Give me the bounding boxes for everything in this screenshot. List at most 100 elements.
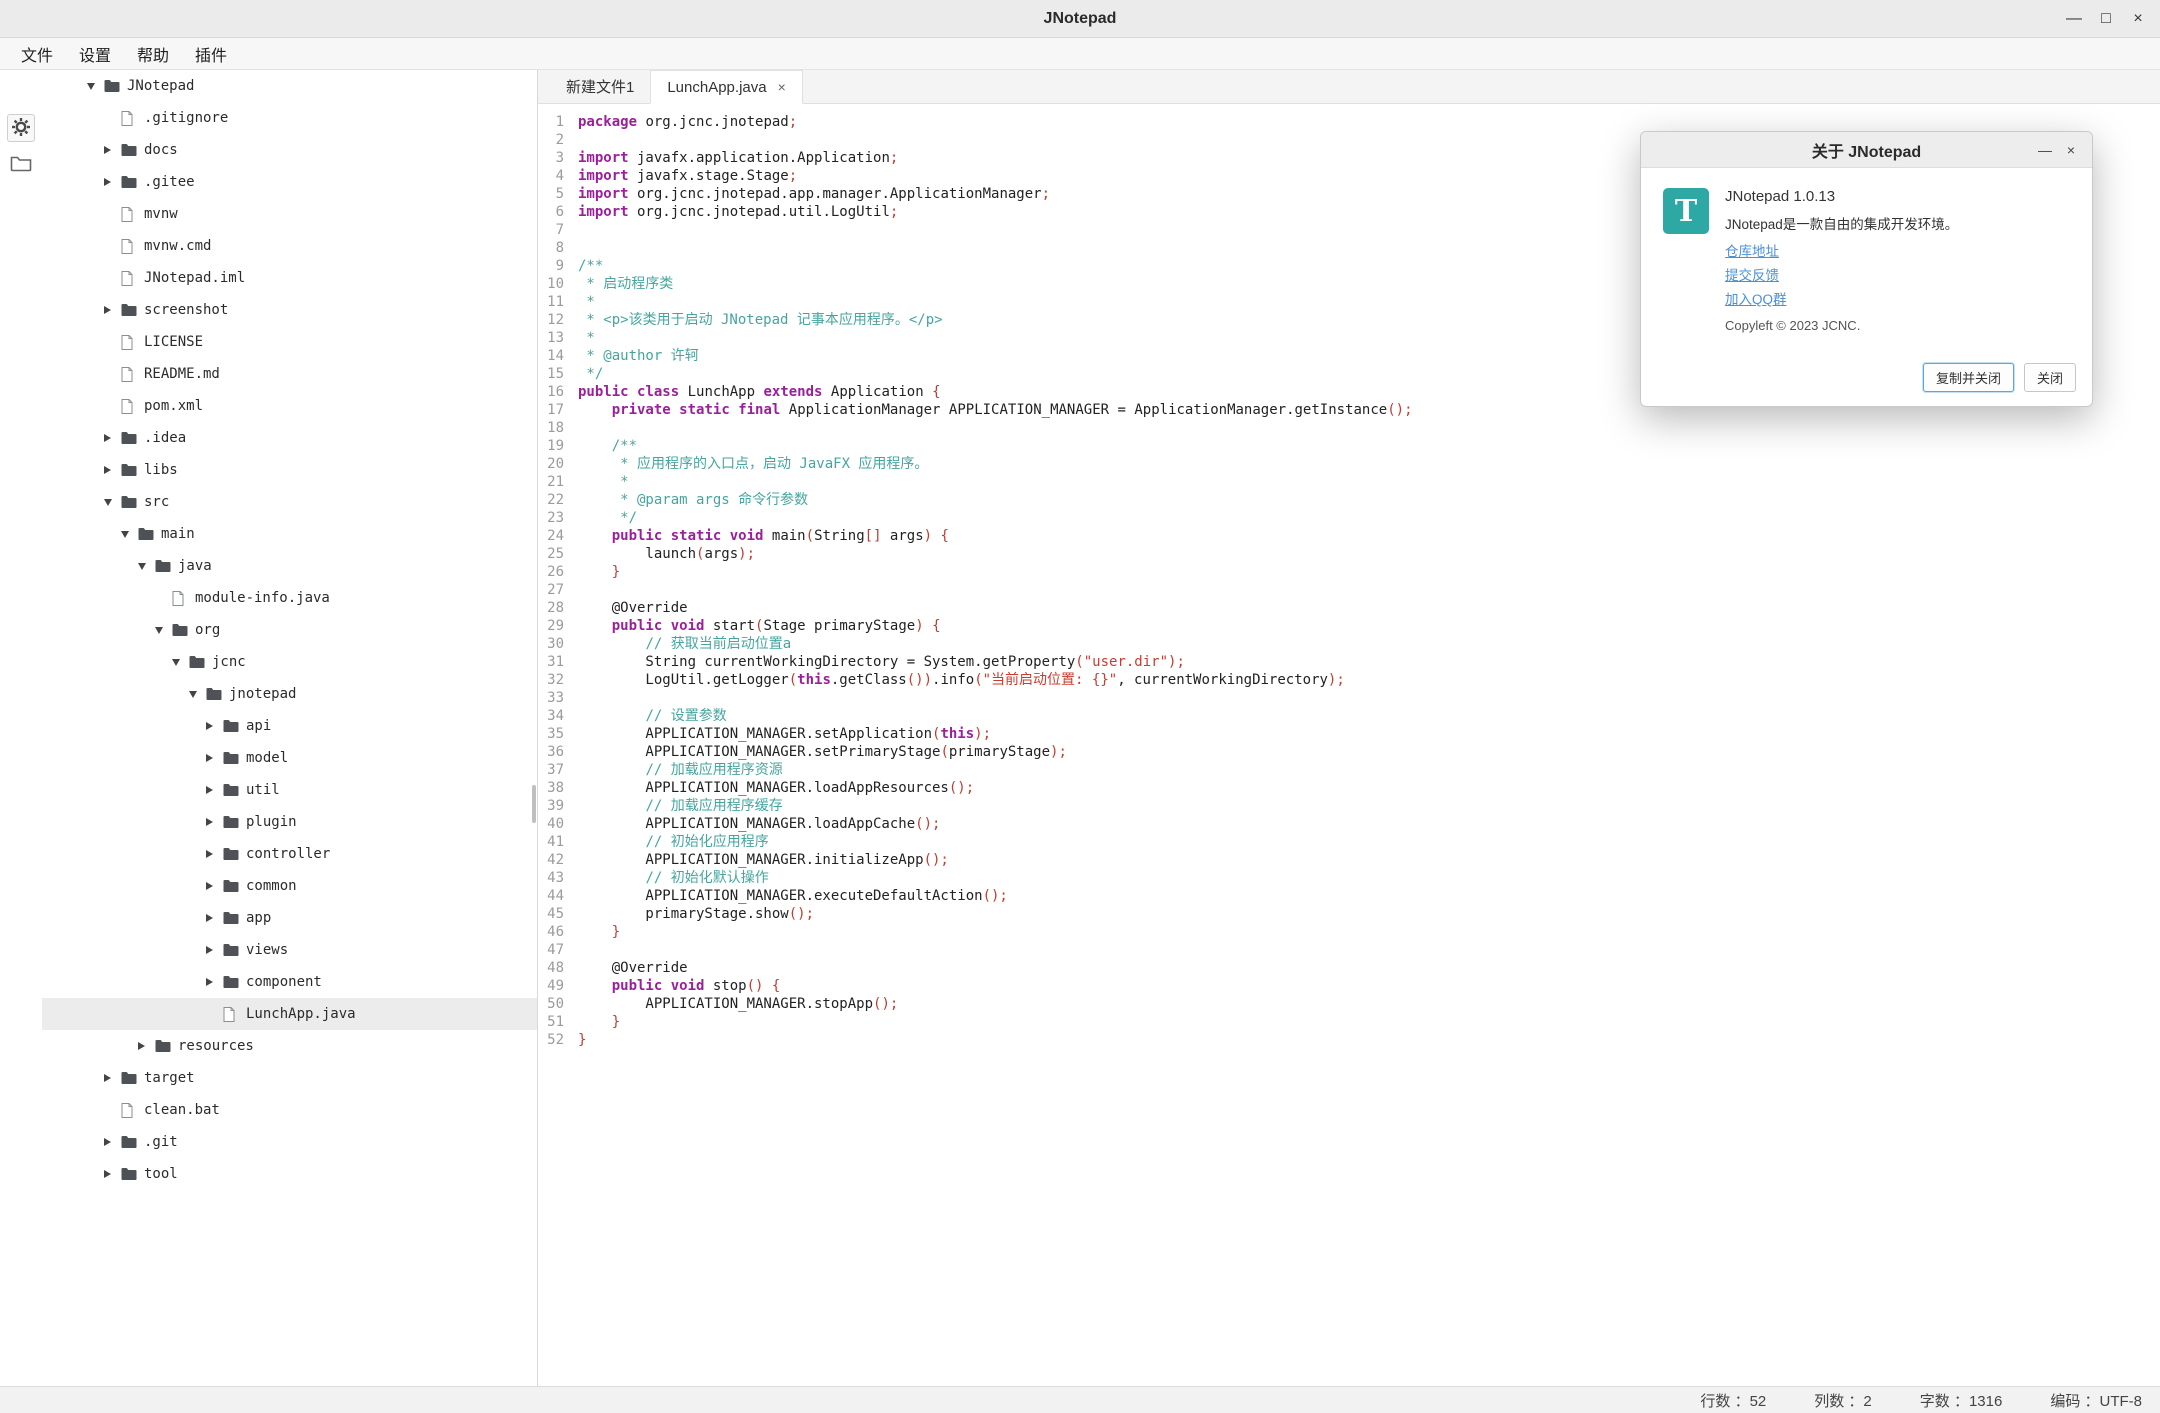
expand-arrow-icon[interactable] [104, 1062, 121, 1094]
collapse-arrow-icon[interactable] [172, 646, 189, 678]
menu-item-设置[interactable]: 设置 [66, 38, 124, 70]
dialog-link-提交反馈[interactable]: 提交反馈 [1725, 264, 1779, 288]
tree-item-label: java [177, 558, 212, 574]
tab-LunchApp.java[interactable]: LunchApp.java× [650, 70, 802, 104]
expand-arrow-icon[interactable] [104, 1158, 121, 1190]
dialog-button-复制并关闭[interactable]: 复制并关闭 [1923, 363, 2014, 392]
tree-item-tool[interactable]: tool [42, 1158, 537, 1190]
menu-item-插件[interactable]: 插件 [182, 38, 240, 70]
folder-icon [104, 79, 126, 93]
code-line: 25 launch(args); [538, 545, 2160, 563]
expand-arrow-icon[interactable] [206, 774, 223, 806]
expand-arrow-icon[interactable] [206, 902, 223, 934]
code-text: // 获取当前启动位置a [564, 635, 791, 653]
code-text: LogUtil.getLogger(this.getClass()).info(… [564, 671, 1345, 689]
expand-arrow-icon[interactable] [104, 422, 121, 454]
tree-item-resources[interactable]: resources [42, 1030, 537, 1062]
status-columns: 列数 ：2 [1814, 1390, 1872, 1411]
code-line: 28 @Override [538, 599, 2160, 617]
expand-arrow-icon[interactable] [206, 742, 223, 774]
expand-arrow-icon[interactable] [206, 966, 223, 998]
menu-item-文件[interactable]: 文件 [8, 38, 66, 70]
tree-item-README.md[interactable]: README.md [42, 358, 537, 390]
tree-item-plugin[interactable]: plugin [42, 806, 537, 838]
tree-item-src[interactable]: src [42, 486, 537, 518]
tree-item-api[interactable]: api [42, 710, 537, 742]
expand-arrow-icon[interactable] [206, 838, 223, 870]
expand-arrow-icon[interactable] [104, 1126, 121, 1158]
tree-item-.gitignore[interactable]: .gitignore [42, 102, 537, 134]
tree-item-JNotepad[interactable]: JNotepad [42, 70, 537, 102]
tree-item-.git[interactable]: .git [42, 1126, 537, 1158]
expand-arrow-icon[interactable] [206, 934, 223, 966]
tree-item-app[interactable]: app [42, 902, 537, 934]
tree-item-.idea[interactable]: .idea [42, 422, 537, 454]
collapse-arrow-icon[interactable] [121, 518, 138, 550]
tab-close-icon[interactable]: × [778, 79, 786, 95]
tree-item-org[interactable]: org [42, 614, 537, 646]
dialog-link-仓库地址[interactable]: 仓库地址 [1725, 240, 1779, 264]
line-number: 28 [538, 599, 564, 617]
tree-item-java[interactable]: java [42, 550, 537, 582]
code-text: } [564, 1031, 586, 1049]
tree-item-libs[interactable]: libs [42, 454, 537, 486]
collapse-arrow-icon[interactable] [189, 678, 206, 710]
tree-item-mvnw.cmd[interactable]: mvnw.cmd [42, 230, 537, 262]
tree-item-JNotepad.iml[interactable]: JNotepad.iml [42, 262, 537, 294]
folder-icon [172, 623, 194, 637]
expand-arrow-icon[interactable] [206, 806, 223, 838]
settings-button[interactable] [7, 114, 35, 142]
tree-item-LICENSE[interactable]: LICENSE [42, 326, 537, 358]
dialog-close-button[interactable]: × [2058, 132, 2084, 168]
tree-item-screenshot[interactable]: screenshot [42, 294, 537, 326]
collapse-arrow-icon[interactable] [138, 550, 155, 582]
minimize-button[interactable]: — [2058, 0, 2090, 38]
expand-arrow-icon[interactable] [104, 454, 121, 486]
files-panel-button[interactable] [7, 150, 35, 178]
collapse-arrow-icon[interactable] [155, 614, 172, 646]
maximize-button[interactable]: □ [2090, 0, 2122, 38]
code-text: public void stop() { [564, 977, 780, 995]
tree-item-pom.xml[interactable]: pom.xml [42, 390, 537, 422]
status-encoding: 编码 ：UTF-8 [2050, 1390, 2142, 1411]
dialog-link-加入QQ群[interactable]: 加入QQ群 [1725, 288, 1787, 312]
dialog-minimize-button[interactable]: — [2032, 132, 2058, 168]
tree-item-jcnc[interactable]: jcnc [42, 646, 537, 678]
tree-item-controller[interactable]: controller [42, 838, 537, 870]
tree-item-docs[interactable]: docs [42, 134, 537, 166]
line-number: 40 [538, 815, 564, 833]
dialog-button-关闭[interactable]: 关闭 [2024, 363, 2076, 392]
tree-item-main[interactable]: main [42, 518, 537, 550]
tree-item-component[interactable]: component [42, 966, 537, 998]
expand-arrow-icon[interactable] [206, 870, 223, 902]
code-text: public void start(Stage primaryStage) { [564, 617, 941, 635]
tab-新建文件1[interactable]: 新建文件1 [550, 70, 650, 103]
expand-arrow-icon[interactable] [104, 134, 121, 166]
tree-item-clean.bat[interactable]: clean.bat [42, 1094, 537, 1126]
expand-arrow-icon[interactable] [104, 166, 121, 198]
expand-arrow-icon[interactable] [206, 710, 223, 742]
tree-item-common[interactable]: common [42, 870, 537, 902]
tree-item-.gitee[interactable]: .gitee [42, 166, 537, 198]
tree-item-model[interactable]: model [42, 742, 537, 774]
folder-icon [223, 879, 245, 893]
tree-item-LunchApp.java[interactable]: LunchApp.java [42, 998, 537, 1030]
close-button[interactable]: × [2122, 0, 2154, 38]
folder-icon [138, 527, 160, 541]
menu-bar: 文件设置帮助插件 [0, 38, 2160, 70]
tree-item-module-info.java[interactable]: module-info.java [42, 582, 537, 614]
tree-item-label: main [160, 526, 195, 542]
tree-scrollbar-thumb[interactable] [532, 785, 536, 823]
expand-arrow-icon[interactable] [138, 1030, 155, 1062]
file-icon [121, 207, 143, 222]
tree-item-label: plugin [245, 814, 297, 830]
tree-item-views[interactable]: views [42, 934, 537, 966]
tree-item-jnotepad[interactable]: jnotepad [42, 678, 537, 710]
expand-arrow-icon[interactable] [104, 294, 121, 326]
tree-item-util[interactable]: util [42, 774, 537, 806]
menu-item-帮助[interactable]: 帮助 [124, 38, 182, 70]
collapse-arrow-icon[interactable] [87, 70, 104, 102]
collapse-arrow-icon[interactable] [104, 486, 121, 518]
tree-item-target[interactable]: target [42, 1062, 537, 1094]
tree-item-mvnw[interactable]: mvnw [42, 198, 537, 230]
